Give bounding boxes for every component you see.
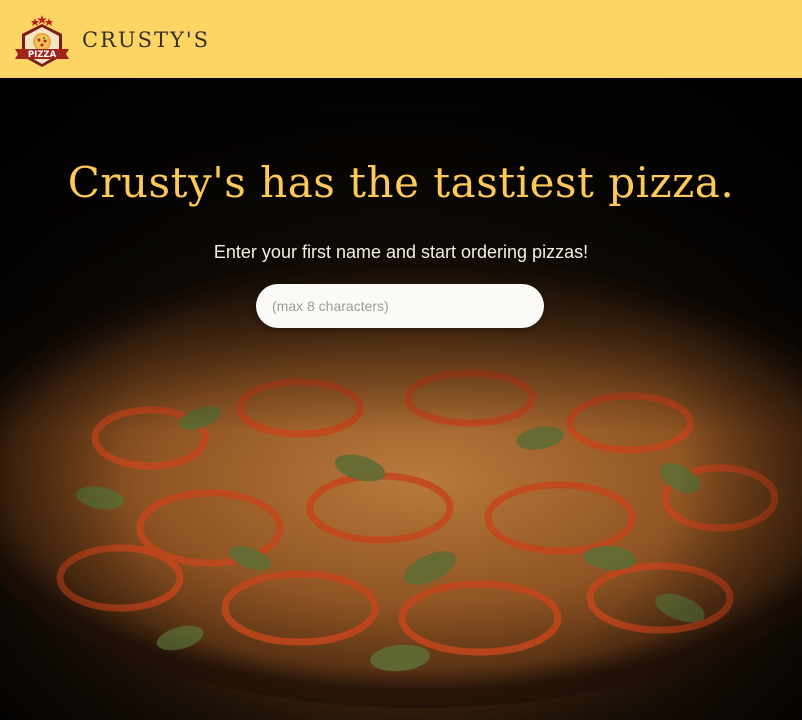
hero-subtext: Enter your first name and start ordering… [213,242,589,262]
hero-section: Crusty's has the tastiest pizza. Enter y… [0,78,802,720]
pizza-logo-icon[interactable]: PIZZA [12,13,72,69]
logo-badge-text: PIZZA [28,50,57,60]
first-name-input[interactable] [256,284,544,328]
brand-name[interactable]: CRUSTY'S [82,28,210,52]
site-header: PIZZA CRUSTY'S [0,0,802,78]
hero-headline: Crusty's has the tastiest pizza. [67,158,735,207]
